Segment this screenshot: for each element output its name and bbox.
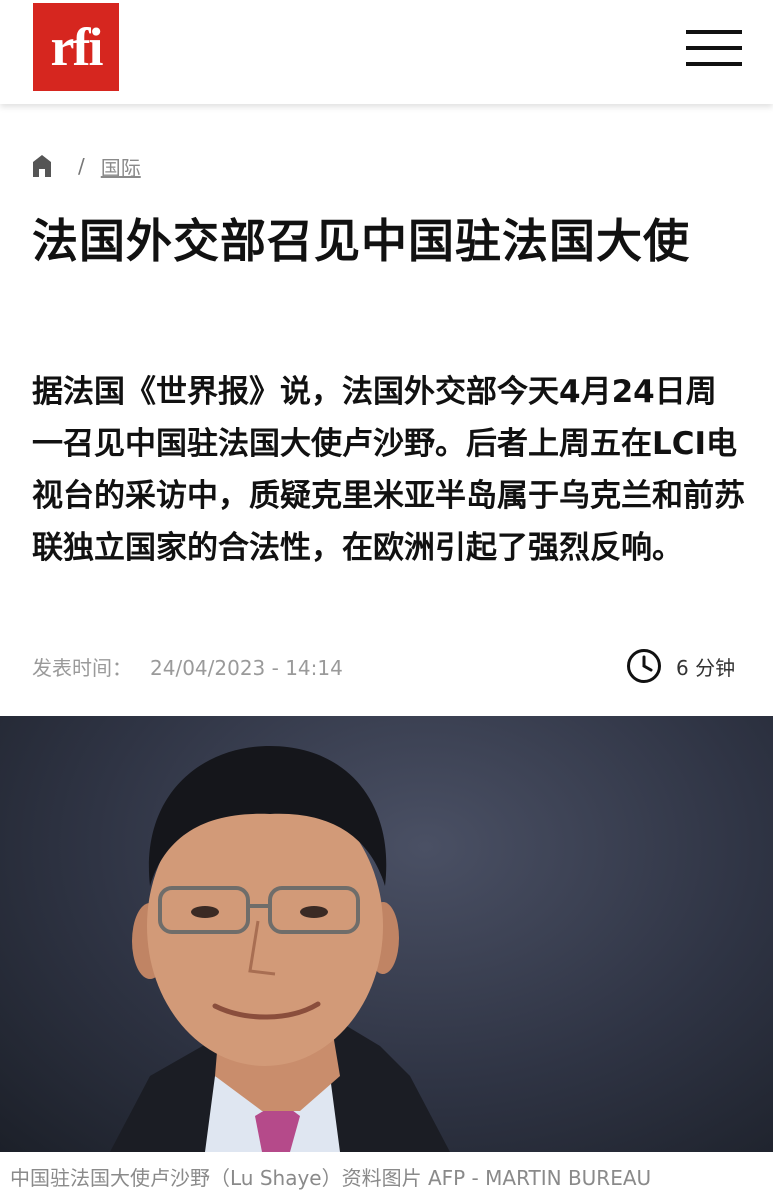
read-time: 6 分钟: [626, 648, 735, 684]
published-label: 发表时间：: [32, 656, 132, 680]
breadcrumb: / 国际: [32, 148, 141, 184]
photo-caption: 中国驻法国大使卢沙野（Lu Shaye）资料图片 AFP - MARTIN BU…: [10, 1166, 652, 1190]
rfi-logo[interactable]: rfi: [33, 3, 119, 91]
top-bar: rfi: [0, 0, 773, 104]
article-title: 法国外交部召见中国驻法国大使: [32, 214, 690, 268]
read-time-label: 6 分钟: [676, 655, 736, 680]
home-icon[interactable]: [32, 154, 52, 178]
breadcrumb-section-link[interactable]: 国际: [101, 152, 141, 181]
breadcrumb-separator: /: [78, 154, 85, 178]
clock-icon: [627, 649, 661, 683]
article-lead: 据法国《世界报》说，法国外交部今天4月24日周一召见中国驻法国大使卢沙野。后者上…: [32, 374, 745, 566]
hamburger-menu-icon[interactable]: [686, 30, 742, 66]
published-date: 24/04/2023 - 14:14: [150, 656, 343, 680]
publish-meta: 发表时间： 24/04/2023 - 14:14: [32, 652, 343, 681]
article-photo: [0, 716, 773, 1152]
logo-text: rfi: [50, 17, 104, 77]
